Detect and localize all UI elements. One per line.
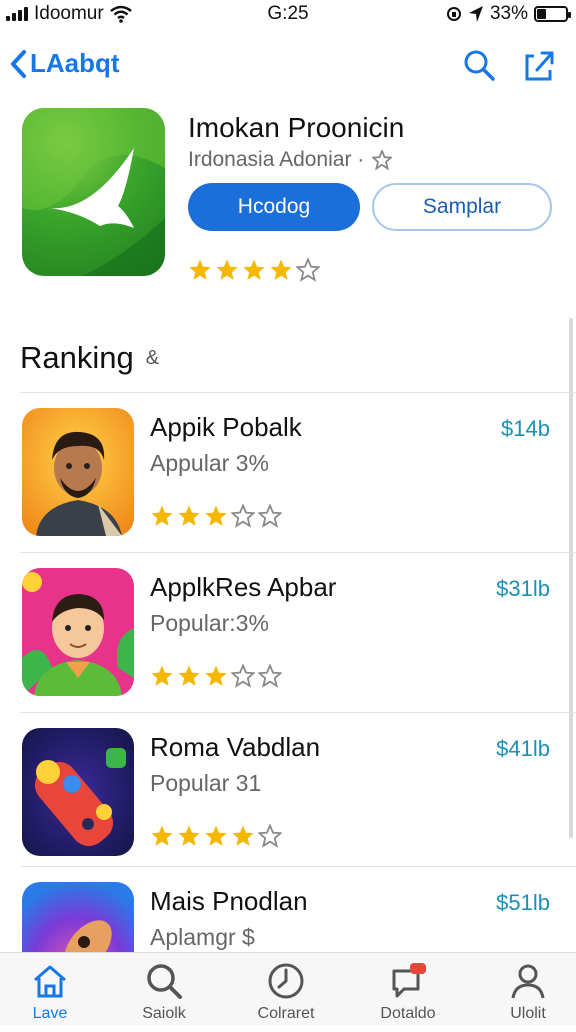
star-filled-icon	[151, 825, 173, 846]
get-button[interactable]: Hcodog	[188, 183, 360, 231]
star-filled-icon	[178, 825, 200, 846]
location-icon	[468, 6, 483, 22]
star-filled-icon	[151, 665, 173, 686]
featured-app-icon[interactable]	[22, 108, 165, 276]
nav-bar: LAabqt	[0, 40, 576, 92]
battery-fill	[537, 9, 546, 19]
badge-star-icon	[372, 150, 393, 170]
status-bar: Idoomur G:25 33%	[0, 0, 576, 32]
star-empty-icon	[296, 258, 320, 282]
star-filled-icon	[178, 665, 200, 686]
featured-app-title: Imokan Proonicin	[188, 112, 405, 143]
app-subtitle: Popular:3%	[150, 610, 269, 636]
star-empty-icon	[258, 664, 282, 688]
tab-home[interactable]: Lave	[0, 961, 100, 1023]
lock-rotation-icon	[446, 7, 461, 21]
app-name: Roma Vabdlan	[150, 732, 321, 762]
star-filled-icon	[178, 505, 200, 526]
section-title: Ranking	[20, 340, 134, 375]
featured-app-subtitle: Irdonasia Adoniar ·	[188, 148, 393, 172]
star-filled-icon	[270, 259, 292, 280]
tab-profile[interactable]: Ulolit	[478, 961, 576, 1023]
chevron-left-icon	[11, 49, 26, 78]
nav-actions	[462, 48, 556, 82]
app-subtitle: Aplamgr $	[150, 924, 255, 950]
divider	[20, 712, 576, 713]
tab-chat[interactable]: Dotaldo	[358, 961, 458, 1023]
section-suffix: &	[145, 346, 160, 369]
star-filled-icon	[232, 825, 254, 846]
leaf-logo-icon	[22, 108, 165, 276]
app-rating	[150, 824, 282, 848]
divider	[20, 552, 576, 553]
star-empty-icon	[231, 504, 255, 528]
star-filled-icon	[151, 505, 173, 526]
divider	[20, 392, 576, 393]
star-filled-icon	[205, 665, 227, 686]
tab-clock[interactable]: Colraret	[236, 961, 336, 1023]
app-name: Appik Pobalk	[150, 412, 302, 442]
divider	[20, 866, 576, 867]
tab-label: Ulolit	[510, 1005, 546, 1022]
chat-badge-icon	[392, 963, 426, 998]
sample-button[interactable]: Samplar	[372, 183, 552, 231]
app-icon-cartoon	[22, 568, 134, 696]
app-subtitle: Popular 31	[150, 770, 262, 796]
star-empty-icon	[258, 824, 282, 848]
back-button[interactable]: LAabqt	[8, 48, 120, 79]
app-price[interactable]: $31lb	[496, 576, 550, 602]
featured-app-developer: Irdonasia Adoniar ·	[188, 148, 365, 171]
list-item[interactable]: ApplkRes Apbar Popular:3% $31lb	[0, 560, 576, 718]
battery-icon	[534, 6, 571, 22]
star-filled-icon	[243, 259, 265, 280]
app-name: ApplkRes Apbar	[150, 572, 337, 602]
person-icon	[511, 964, 545, 999]
battery-percent: 33%	[489, 3, 528, 24]
status-right: 33%	[446, 3, 571, 25]
tab-label: Dotaldo	[380, 1005, 436, 1022]
star-filled-icon	[189, 259, 211, 280]
app-subtitle: Appular 3%	[150, 450, 269, 476]
star-empty-icon	[231, 664, 255, 688]
app-rating	[150, 664, 282, 688]
section-header: Ranking &	[20, 340, 159, 376]
tab-search[interactable]: Saiolk	[114, 961, 214, 1023]
tab-bar: Lave Saiolk Colraret Dotaldo Ulolit	[0, 952, 576, 1025]
home-icon	[34, 965, 66, 998]
tab-label: Saiolk	[142, 1005, 186, 1022]
app-price[interactable]: $41lb	[496, 736, 550, 762]
app-price[interactable]: $51lb	[496, 890, 550, 916]
search-icon[interactable]	[462, 48, 496, 82]
tab-label: Colraret	[257, 1005, 315, 1022]
app-icon-person	[22, 408, 134, 536]
list-item[interactable]: Appik Pobalk Appular 3% $14b	[0, 400, 576, 558]
star-filled-icon	[205, 825, 227, 846]
star-filled-icon	[216, 259, 238, 280]
star-filled-icon	[205, 505, 227, 526]
star-empty-icon	[258, 504, 282, 528]
tab-label: Lave	[32, 1005, 68, 1022]
app-name: Mais Pnodlan	[150, 886, 308, 916]
back-label: LAabqt	[30, 48, 120, 78]
featured-app-rating	[188, 258, 320, 282]
app-price[interactable]: $14b	[501, 416, 550, 442]
clock-icon	[268, 963, 304, 999]
app-icon-game	[22, 728, 134, 856]
search-icon	[147, 964, 182, 999]
share-icon[interactable]	[522, 48, 556, 82]
list-item[interactable]: Roma Vabdlan Popular 31 $41lb	[0, 720, 576, 878]
app-rating	[150, 504, 282, 528]
